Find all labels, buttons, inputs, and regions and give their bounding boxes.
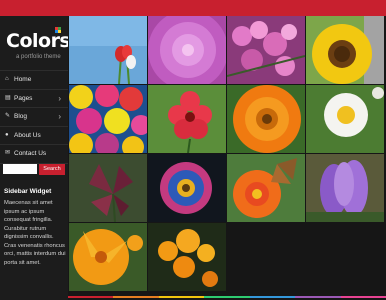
orange-gerbera-image <box>227 85 305 153</box>
orange-lily-image <box>69 223 147 291</box>
gallery-item-white-daisy[interactable] <box>306 85 384 153</box>
menu-item-pages[interactable]: ▤ Pages › <box>0 88 68 108</box>
gallery-item-purple-crocus[interactable] <box>306 154 384 222</box>
white-daisy-image <box>306 85 384 153</box>
stripe-segment <box>158 296 205 298</box>
main-menu: ⌂ Home ▤ Pages › ✎ Blog › ● About Us ✉ C… <box>0 70 68 164</box>
menu-item-blog[interactable]: ✎ Blog › <box>0 107 68 126</box>
top-accent-bar <box>0 0 386 16</box>
gallery-item-pink-aster[interactable] <box>148 154 226 222</box>
logo-color-dots-icon <box>55 27 61 33</box>
orange-flowers-image <box>148 223 226 291</box>
stripe-segment <box>204 296 250 298</box>
menu-item-label: Home <box>14 76 32 83</box>
search-input[interactable] <box>3 164 37 174</box>
chevron-right-icon[interactable]: › <box>58 90 61 107</box>
menu-item-label: Blog <box>14 113 28 120</box>
red-tulips-image <box>69 16 147 84</box>
widget-title: Sidebar Widget <box>4 188 52 195</box>
menu-item-label: Contact Us <box>14 150 47 157</box>
stripe-segment <box>249 296 296 298</box>
gallery-item-pink-blossoms[interactable] <box>227 16 305 84</box>
widget-text: Maecenas sit amet ipsum ac ipsum consequ… <box>4 200 66 266</box>
stripe-segment <box>340 296 386 298</box>
gallery-item-orange-gerbera[interactable] <box>227 85 305 153</box>
dark-lily-image <box>69 154 147 222</box>
gallery-item-dark-lily[interactable] <box>69 154 147 222</box>
menu-item-contact-us[interactable]: ✉ Contact Us <box>0 144 68 164</box>
user-icon: ● <box>5 131 9 138</box>
menu-item-label: Pages <box>14 94 33 102</box>
home-icon: ⌂ <box>5 76 9 82</box>
gallery-item-butterfly-flower[interactable] <box>227 154 305 222</box>
sidebar: Colorsy a portfolio theme ⌂ Home ▤ Pages… <box>0 16 83 300</box>
menu-item-label: About Us <box>14 131 41 139</box>
gallery-item-red-flower[interactable] <box>148 85 226 153</box>
chevron-right-icon[interactable]: › <box>58 108 61 125</box>
stripe-segment <box>68 296 114 298</box>
mail-icon: ✉ <box>5 150 11 156</box>
color-stripe-footer <box>68 296 386 300</box>
red-flower-image <box>148 85 226 153</box>
menu-item-about-us[interactable]: ● About Us <box>0 125 68 145</box>
stripe-segment <box>113 296 159 298</box>
blog-icon: ✎ <box>5 113 11 119</box>
gallery-item-red-tulips[interactable] <box>69 16 147 84</box>
purple-crocus-image <box>306 154 384 222</box>
gallery-item-sunflower[interactable] <box>306 16 384 84</box>
pink-dahlia-image <box>148 16 226 84</box>
butterfly-flower-image <box>227 154 305 222</box>
menu-item-home[interactable]: ⌂ Home <box>0 70 68 89</box>
pink-aster-image <box>148 154 226 222</box>
gallery-item-orange-lily[interactable] <box>69 223 147 291</box>
search-button[interactable]: Search <box>39 164 65 175</box>
pages-icon: ▤ <box>5 94 11 101</box>
site-tagline: a portfolio theme <box>16 54 61 60</box>
pink-blossoms-image <box>227 16 305 84</box>
gallery-item-colorful-daisies[interactable] <box>69 85 147 153</box>
gallery-item-pink-dahlia[interactable] <box>148 16 226 84</box>
sunflower-image <box>306 16 384 84</box>
colorful-daisies-image <box>69 85 147 153</box>
stripe-segment <box>295 296 341 298</box>
portfolio-gallery <box>68 16 386 300</box>
gallery-item-orange-flowers[interactable] <box>148 223 226 291</box>
